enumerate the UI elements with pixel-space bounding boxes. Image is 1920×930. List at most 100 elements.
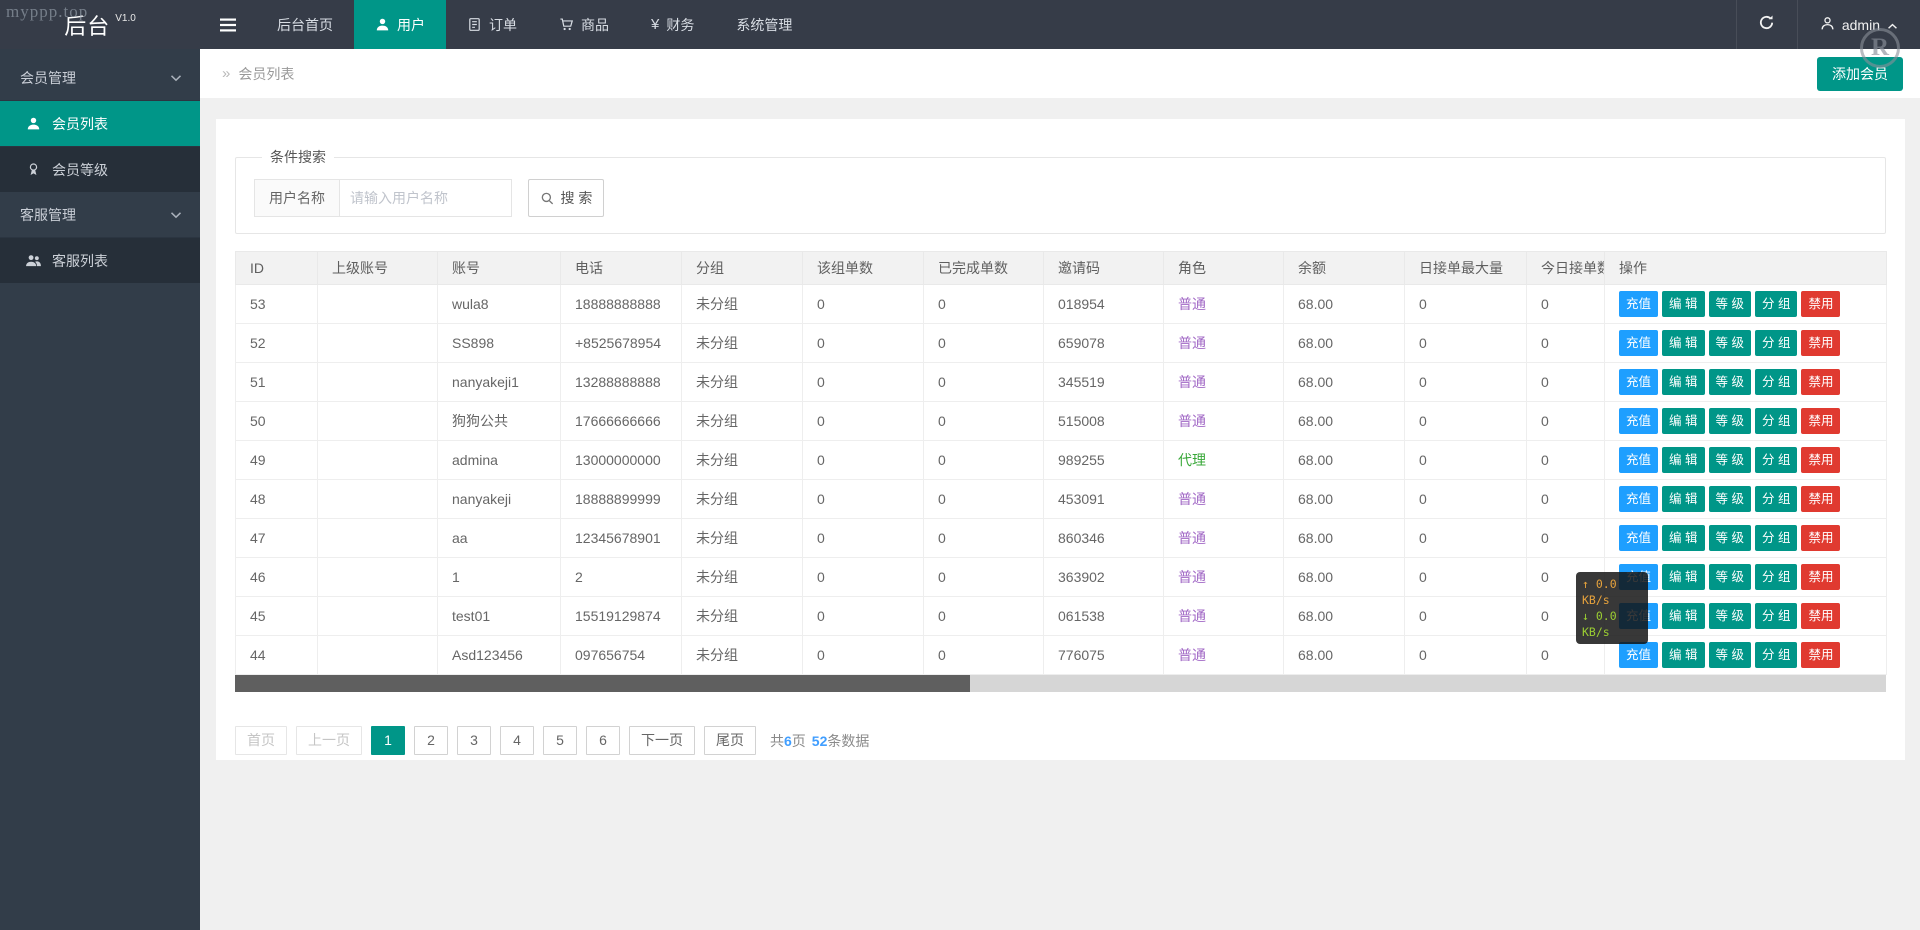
nav-item-1[interactable]: 用户 <box>354 0 446 49</box>
level-button[interactable]: 等 级 <box>1708 369 1751 395</box>
username-search-input[interactable] <box>340 179 512 217</box>
nav-item-label: 财务 <box>666 16 695 33</box>
pagination-page-3[interactable]: 3 <box>457 726 491 755</box>
cell-group: 未分组 <box>681 401 803 441</box>
recharge-button[interactable]: 充值 <box>1619 525 1659 551</box>
disable-button[interactable]: 禁用 <box>1801 642 1841 668</box>
cell-actions: 充值编 辑等 级分 组禁用 <box>1604 323 1887 363</box>
edit-button[interactable]: 编 辑 <box>1662 486 1705 512</box>
column-header-0: ID <box>235 251 318 285</box>
nav-item-2[interactable]: 订单 <box>446 0 538 49</box>
level-button[interactable]: 等 级 <box>1708 447 1751 473</box>
content-card: 条件搜索 用户名称 搜 索 <box>216 119 1905 760</box>
nav-item-label: 用户 <box>397 16 425 33</box>
edit-button[interactable]: 编 辑 <box>1662 408 1705 434</box>
cell-id: 50 <box>235 401 318 441</box>
group-button[interactable]: 分 组 <box>1754 603 1798 629</box>
search-button[interactable]: 搜 索 <box>528 179 604 217</box>
role-badge: 普通 <box>1178 335 1206 351</box>
cell-role: 普通 <box>1163 323 1284 363</box>
pagination-page-2[interactable]: 2 <box>414 726 448 755</box>
cell-completed: 0 <box>923 557 1044 597</box>
edit-button[interactable]: 编 辑 <box>1662 603 1705 629</box>
recharge-button[interactable]: 充值 <box>1619 330 1659 356</box>
recharge-button[interactable]: 充值 <box>1619 642 1659 668</box>
recharge-button[interactable]: 充值 <box>1619 447 1659 473</box>
level-button[interactable]: 等 级 <box>1708 642 1751 668</box>
pagination-page-4[interactable]: 4 <box>500 726 534 755</box>
group-button[interactable]: 分 组 <box>1754 486 1798 512</box>
sidebar-group-1[interactable]: 客服管理 <box>0 192 200 237</box>
group-button[interactable]: 分 组 <box>1754 525 1798 551</box>
sidebar-item-客服列表[interactable]: 客服列表 <box>0 237 200 283</box>
edit-button[interactable]: 编 辑 <box>1662 291 1705 317</box>
pagination-next-button[interactable]: 下一页 <box>629 726 695 755</box>
disable-button[interactable]: 禁用 <box>1801 603 1841 629</box>
pagination-page-1[interactable]: 1 <box>371 726 405 755</box>
edit-button[interactable]: 编 辑 <box>1662 642 1705 668</box>
group-button[interactable]: 分 组 <box>1754 369 1798 395</box>
disable-button[interactable]: 禁用 <box>1801 330 1841 356</box>
column-header-7: 邀请码 <box>1043 251 1164 285</box>
cell-invite: 061538 <box>1043 596 1164 636</box>
column-header-3: 电话 <box>560 251 682 285</box>
cell-role: 普通 <box>1163 596 1284 636</box>
disable-button[interactable]: 禁用 <box>1801 447 1841 473</box>
nav-item-0[interactable]: 后台首页 <box>256 0 354 49</box>
pagination-last-button[interactable]: 尾页 <box>704 726 756 755</box>
nav-item-4[interactable]: ¥ 财务 <box>630 0 715 49</box>
nav-item-3[interactable]: 商品 <box>538 0 630 49</box>
group-button[interactable]: 分 组 <box>1754 291 1798 317</box>
cell-invite: 776075 <box>1043 635 1164 675</box>
nav-item-5[interactable]: 系统管理 <box>715 0 813 49</box>
disable-button[interactable]: 禁用 <box>1801 369 1841 395</box>
edit-button[interactable]: 编 辑 <box>1662 330 1705 356</box>
sidebar-group-0[interactable]: 会员管理 <box>0 55 200 100</box>
cell-daily_max: 0 <box>1404 284 1527 324</box>
horizontal-scrollbar[interactable] <box>235 675 1886 692</box>
group-button[interactable]: 分 组 <box>1754 408 1798 434</box>
pagination-page-5[interactable]: 5 <box>543 726 577 755</box>
disable-button[interactable]: 禁用 <box>1801 525 1841 551</box>
edit-button[interactable]: 编 辑 <box>1662 525 1705 551</box>
level-button[interactable]: 等 级 <box>1708 330 1751 356</box>
upload-speed: ↑ 0.0 KB/s <box>1582 577 1617 607</box>
recharge-button[interactable]: 充值 <box>1619 369 1659 395</box>
recharge-button[interactable]: 充值 <box>1619 486 1659 512</box>
group-button[interactable]: 分 组 <box>1754 330 1798 356</box>
sidebar-item-会员等级[interactable]: 会员等级 <box>0 146 200 192</box>
disable-button[interactable]: 禁用 <box>1801 408 1841 434</box>
edit-button[interactable]: 编 辑 <box>1662 564 1705 590</box>
level-button[interactable]: 等 级 <box>1708 486 1751 512</box>
level-button[interactable]: 等 级 <box>1708 603 1751 629</box>
group-button[interactable]: 分 组 <box>1754 642 1798 668</box>
edit-button[interactable]: 编 辑 <box>1662 369 1705 395</box>
disable-button[interactable]: 禁用 <box>1801 564 1841 590</box>
refresh-icon <box>1758 14 1775 36</box>
cell-id: 46 <box>235 557 318 597</box>
user-menu[interactable]: admin <box>1798 0 1920 49</box>
disable-button[interactable]: 禁用 <box>1801 486 1841 512</box>
group-button[interactable]: 分 组 <box>1754 564 1798 590</box>
level-button[interactable]: 等 级 <box>1708 408 1751 434</box>
edit-button[interactable]: 编 辑 <box>1662 447 1705 473</box>
cell-parent <box>317 323 438 363</box>
pagination-first-button: 首页 <box>235 726 287 755</box>
level-button[interactable]: 等 级 <box>1708 564 1751 590</box>
sidebar-item-会员列表[interactable]: 会员列表 <box>0 100 200 146</box>
recharge-button[interactable]: 充值 <box>1619 291 1659 317</box>
cell-role: 普通 <box>1163 284 1284 324</box>
cell-account: wula8 <box>437 284 561 324</box>
pagination-page-6[interactable]: 6 <box>586 726 620 755</box>
group-button[interactable]: 分 组 <box>1754 447 1798 473</box>
level-button[interactable]: 等 级 <box>1708 291 1751 317</box>
level-button[interactable]: 等 级 <box>1708 525 1751 551</box>
recharge-button[interactable]: 充值 <box>1619 408 1659 434</box>
cell-balance: 68.00 <box>1283 284 1405 324</box>
refresh-button[interactable] <box>1735 0 1798 49</box>
hamburger-menu-icon[interactable] <box>200 0 256 49</box>
cell-invite: 860346 <box>1043 518 1164 558</box>
cell-role: 普通 <box>1163 479 1284 519</box>
disable-button[interactable]: 禁用 <box>1801 291 1841 317</box>
scrollbar-thumb[interactable] <box>235 675 970 692</box>
